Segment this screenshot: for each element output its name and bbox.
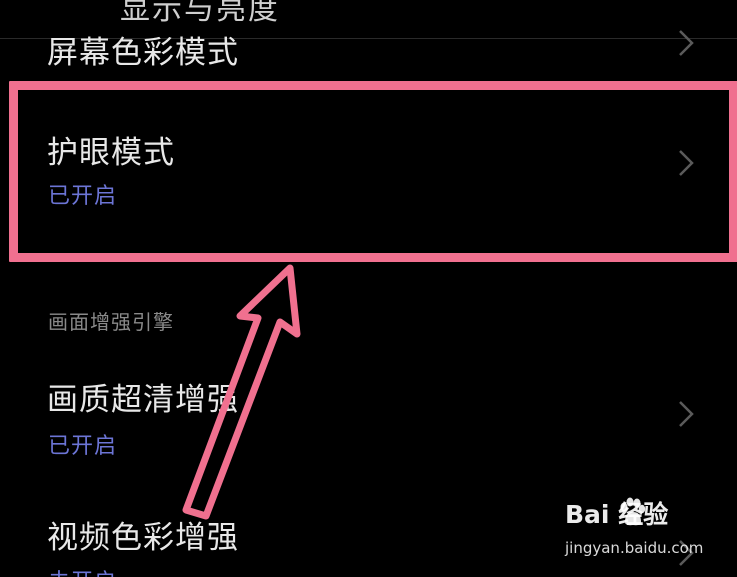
highlight-box (9, 81, 737, 262)
setting-row-screen-color[interactable]: 屏幕色彩模式 (0, 0, 737, 71)
section-header: 画面增强引擎 (48, 310, 174, 334)
watermark: Bai 经验 jingyan.baidu.com (565, 495, 733, 565)
chevron-right-icon (679, 401, 694, 427)
chevron-right-icon (679, 30, 694, 56)
setting-row-title: 屏幕色彩模式 (47, 35, 239, 71)
watermark-url: jingyan.baidu.com (565, 539, 704, 557)
setting-row-status: 未开启 (48, 564, 117, 577)
setting-row-picture-enhance[interactable]: 画质超清增强 已开启 (0, 360, 737, 470)
settings-screen: 显示与亮度 屏幕色彩模式 护眼模式 已开启 画面增强引擎 画质超清增强 已开启 … (0, 0, 737, 577)
setting-row-title: 视频色彩增强 (47, 520, 239, 556)
setting-row-title: 画质超清增强 (47, 382, 239, 418)
setting-row-status: 已开启 (48, 434, 118, 459)
baidu-paw-icon (620, 497, 646, 526)
